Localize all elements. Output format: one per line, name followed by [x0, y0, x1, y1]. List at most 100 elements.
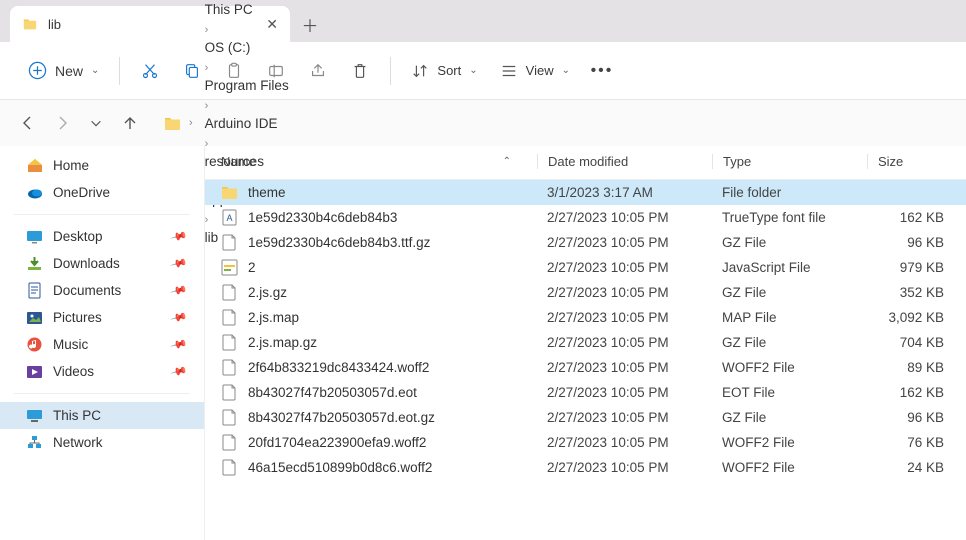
new-button[interactable]: New ⌄: [18, 55, 109, 86]
file-date: 2/27/2023 10:05 PM: [537, 435, 712, 450]
desktop-icon: [26, 228, 43, 245]
file-icon: [221, 409, 238, 426]
sidebar-item-network[interactable]: Network: [0, 429, 204, 456]
breadcrumb-segment[interactable]: OS (C:): [201, 36, 293, 59]
file-size: 24 KB: [867, 460, 966, 475]
breadcrumb-segment[interactable]: Program Files: [201, 74, 293, 97]
downloads-icon: [26, 255, 43, 272]
file-name: 2f64b833219dc8433424.woff2: [248, 360, 429, 375]
font-icon: [221, 209, 238, 226]
up-button[interactable]: [120, 113, 140, 133]
file-date: 2/27/2023 10:05 PM: [537, 410, 712, 425]
file-icon: [221, 434, 238, 451]
file-size: 979 KB: [867, 260, 966, 275]
file-type: GZ File: [712, 335, 867, 350]
breadcrumb-segment[interactable]: This PC: [201, 0, 293, 21]
file-type: GZ File: [712, 235, 867, 250]
music-icon: [26, 336, 43, 353]
main: HomeOneDrive Desktop📌Downloads📌Documents…: [0, 146, 966, 540]
sidebar-item-onedrive[interactable]: OneDrive: [0, 179, 204, 206]
sidebar-item-this-pc[interactable]: This PC: [0, 402, 204, 429]
file-name: 1e59d2330b4c6deb84b3: [248, 210, 397, 225]
file-date: 2/27/2023 10:05 PM: [537, 335, 712, 350]
chevron-right-icon[interactable]: ›: [185, 117, 197, 129]
chevron-right-icon[interactable]: ›: [201, 100, 213, 112]
file-name: 46a15ecd510899b0d8c6.woff2: [248, 460, 432, 475]
file-type: WOFF2 File: [712, 360, 867, 375]
file-icon: [221, 334, 238, 351]
file-name: 2.js.map: [248, 310, 299, 325]
file-row[interactable]: 20fd1704ea223900efa9.woff2 2/27/2023 10:…: [205, 430, 966, 455]
file-row[interactable]: 8b43027f47b20503057d.eot.gz 2/27/2023 10…: [205, 405, 966, 430]
file-type: JavaScript File: [712, 260, 867, 275]
column-header: Name⌃ Date modified Type Size: [205, 146, 966, 180]
file-date: 2/27/2023 10:05 PM: [537, 310, 712, 325]
file-date: 2/27/2023 10:05 PM: [537, 385, 712, 400]
sidebar-item-desktop[interactable]: Desktop📌: [0, 223, 204, 250]
file-row[interactable]: 8b43027f47b20503057d.eot 2/27/2023 10:05…: [205, 380, 966, 405]
documents-icon: [26, 282, 43, 299]
file-date: 2/27/2023 10:05 PM: [537, 285, 712, 300]
chevron-right-icon[interactable]: ›: [201, 24, 213, 36]
pin-icon: 📌: [170, 362, 188, 380]
file-row[interactable]: 2f64b833219dc8433424.woff2 2/27/2023 10:…: [205, 355, 966, 380]
sidebar-item-documents[interactable]: Documents📌: [0, 277, 204, 304]
back-button[interactable]: [18, 113, 38, 133]
file-row[interactable]: 2.js.gz 2/27/2023 10:05 PM GZ File 352 K…: [205, 280, 966, 305]
file-row[interactable]: 1e59d2330b4c6deb84b3.ttf.gz 2/27/2023 10…: [205, 230, 966, 255]
sidebar-item-pictures[interactable]: Pictures📌: [0, 304, 204, 331]
file-type: GZ File: [712, 410, 867, 425]
file-type: WOFF2 File: [712, 460, 867, 475]
breadcrumb-segment[interactable]: Arduino IDE: [201, 112, 293, 135]
file-size: 162 KB: [867, 210, 966, 225]
sidebar-item-downloads[interactable]: Downloads📌: [0, 250, 204, 277]
file-row[interactable]: 2.js.map.gz 2/27/2023 10:05 PM GZ File 7…: [205, 330, 966, 355]
sidebar: HomeOneDrive Desktop📌Downloads📌Documents…: [0, 146, 205, 540]
column-date[interactable]: Date modified: [537, 154, 712, 169]
file-rows: theme 3/1/2023 3:17 AM File folder 1e59d…: [205, 180, 966, 480]
pin-icon: 📌: [170, 308, 188, 326]
file-size: 96 KB: [867, 235, 966, 250]
column-size[interactable]: Size: [867, 154, 966, 169]
file-date: 2/27/2023 10:05 PM: [537, 235, 712, 250]
file-row[interactable]: 46a15ecd510899b0d8c6.woff2 2/27/2023 10:…: [205, 455, 966, 480]
file-size: 704 KB: [867, 335, 966, 350]
file-size: 162 KB: [867, 385, 966, 400]
file-icon: [221, 384, 238, 401]
separator: [14, 214, 190, 215]
column-type[interactable]: Type: [712, 154, 867, 169]
file-date: 2/27/2023 10:05 PM: [537, 460, 712, 475]
file-size: 352 KB: [867, 285, 966, 300]
file-row[interactable]: 2.js.map 2/27/2023 10:05 PM MAP File 3,0…: [205, 305, 966, 330]
file-date: 2/27/2023 10:05 PM: [537, 210, 712, 225]
sidebar-item-music[interactable]: Music📌: [0, 331, 204, 358]
pin-icon: 📌: [170, 254, 188, 272]
sidebar-item-home[interactable]: Home: [0, 152, 204, 179]
nav-row: › This PC›OS (C:)›Program Files›Arduino …: [0, 100, 966, 146]
file-name: 20fd1704ea223900efa9.woff2: [248, 435, 426, 450]
recent-button[interactable]: [86, 113, 106, 133]
sort-caret-icon: ⌃: [503, 156, 511, 167]
js-icon: [221, 259, 238, 276]
file-type: MAP File: [712, 310, 867, 325]
file-icon: [221, 459, 238, 476]
sidebar-item-videos[interactable]: Videos📌: [0, 358, 204, 385]
chevron-right-icon[interactable]: ›: [201, 62, 213, 74]
file-row[interactable]: theme 3/1/2023 3:17 AM File folder: [205, 180, 966, 205]
file-name: 8b43027f47b20503057d.eot.gz: [248, 410, 435, 425]
forward-button[interactable]: [52, 113, 72, 133]
file-row[interactable]: 1e59d2330b4c6deb84b3 2/27/2023 10:05 PM …: [205, 205, 966, 230]
file-name: 2: [248, 260, 256, 275]
file-row[interactable]: 2 2/27/2023 10:05 PM JavaScript File 979…: [205, 255, 966, 280]
folder-icon: [164, 115, 181, 132]
file-name: 2.js.gz: [248, 285, 287, 300]
network-icon: [26, 434, 43, 451]
file-name: 8b43027f47b20503057d.eot: [248, 385, 417, 400]
column-name[interactable]: Name⌃: [217, 154, 537, 169]
chevron-down-icon: ⌄: [91, 65, 99, 76]
folder-icon: [22, 17, 38, 31]
file-name: 2.js.map.gz: [248, 335, 317, 350]
separator: [14, 393, 190, 394]
file-icon: [221, 234, 238, 251]
file-type: WOFF2 File: [712, 435, 867, 450]
